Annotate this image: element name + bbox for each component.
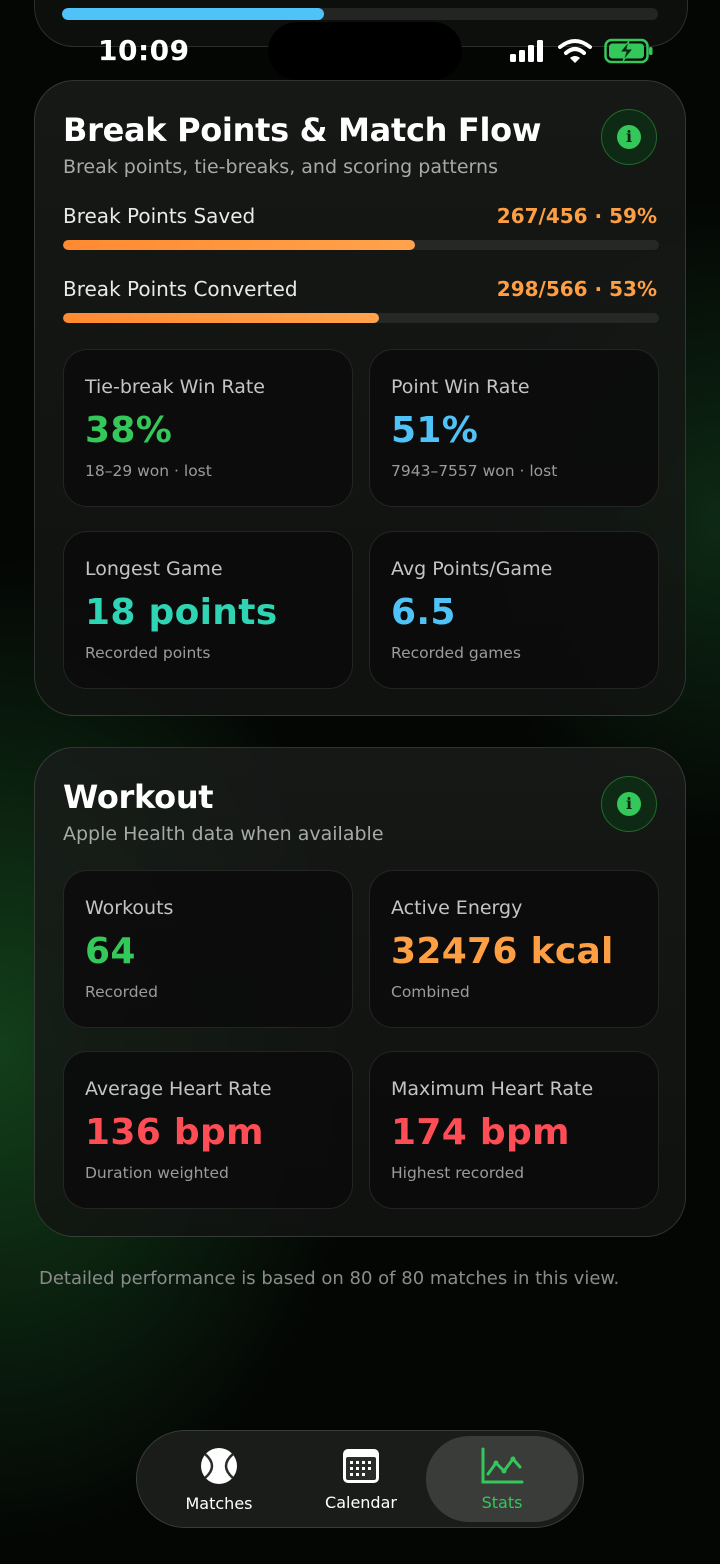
tile-value: 51% [391,410,479,451]
stat-tile-average-heart-rate: Average Heart Rate 136 bpm Duration weig… [63,1051,353,1209]
card-title: Break Points & Match Flow [63,111,542,149]
tile-note: Recorded [85,983,158,1001]
tile-label: Point Win Rate [391,376,530,398]
tile-label: Maximum Heart Rate [391,1078,594,1100]
tab-matches[interactable]: Matches [145,1431,293,1527]
tile-value: 6.5 [391,592,456,633]
workout-card: Workout Apple Health data when available… [34,747,686,1237]
tile-value: 18 points [85,592,278,633]
tile-value: 38% [85,410,173,451]
tile-note: 18–29 won · lost [85,462,212,480]
stat-tile-active-energy: Active Energy 32476 kcal Combined [369,870,659,1028]
break-points-card: Break Points & Match Flow Break points, … [34,80,686,716]
break-points-converted-value: 298/566 · 53% [496,277,657,301]
info-button[interactable]: i [601,109,657,165]
tennis-ball-icon [201,1447,237,1484]
info-icon: i [617,792,641,816]
break-points-saved-label: Break Points Saved [63,204,256,228]
tile-label: Avg Points/Game [391,558,553,580]
card-title: Workout [63,778,214,816]
top-progress-fill [62,8,325,20]
tile-note: Recorded points [85,644,211,662]
tile-label: Tie-break Win Rate [85,376,265,398]
battery-charging-icon [604,38,653,64]
stat-tile-point-win-rate: Point Win Rate 51% 7943–7557 won · lost [369,349,659,507]
tab-calendar[interactable]: Calendar [287,1431,435,1527]
card-subtitle: Break points, tie-breaks, and scoring pa… [63,156,498,178]
break-points-saved-fill [63,240,415,250]
line-chart-icon [481,1447,524,1483]
stat-tile-longest-game: Longest Game 18 points Recorded points [63,531,353,689]
tile-value: 64 [85,931,136,972]
stat-tile-workouts: Workouts 64 Recorded [63,870,353,1028]
tile-value: 32476 kcal [391,931,614,972]
tab-label: Stats [481,1492,523,1512]
tile-note: Highest recorded [391,1164,525,1182]
break-points-converted-track [63,313,659,323]
break-points-saved-value: 267/456 · 59% [496,204,657,228]
break-points-converted-label: Break Points Converted [63,277,298,301]
info-button[interactable]: i [601,776,657,832]
tab-label: Calendar [325,1492,397,1512]
tile-note: Combined [391,983,470,1001]
tile-note: Duration weighted [85,1164,229,1182]
stat-tile-maximum-heart-rate: Maximum Heart Rate 174 bpm Highest recor… [369,1051,659,1209]
tile-label: Workouts [85,897,174,919]
tile-label: Longest Game [85,558,223,580]
cellular-signal-icon [510,40,543,62]
card-subtitle: Apple Health data when available [63,823,384,845]
tile-value: 136 bpm [85,1112,264,1153]
status-time: 10:09 [98,34,190,67]
tile-note: Recorded games [391,644,521,662]
tile-note: 7943–7557 won · lost [391,462,558,480]
tile-value: 174 bpm [391,1112,570,1153]
info-icon: i [617,125,641,149]
wifi-icon [558,39,592,63]
break-points-saved-track [63,240,659,250]
tab-bar: Matches Calendar Stats [136,1430,584,1528]
tab-label: Matches [185,1493,253,1513]
break-points-converted-fill [63,313,379,323]
calendar-icon [343,1448,379,1483]
tile-label: Average Heart Rate [85,1078,272,1100]
footer-note: Detailed performance is based on 80 of 8… [39,1268,620,1289]
tile-label: Active Energy [391,897,523,919]
tab-stats[interactable]: Stats [426,1436,578,1522]
top-progress-track [62,8,658,20]
stat-tile-tiebreak: Tie-break Win Rate 38% 18–29 won · lost [63,349,353,507]
stat-tile-avg-points: Avg Points/Game 6.5 Recorded games [369,531,659,689]
status-icons [508,36,654,66]
dynamic-island [268,22,462,80]
